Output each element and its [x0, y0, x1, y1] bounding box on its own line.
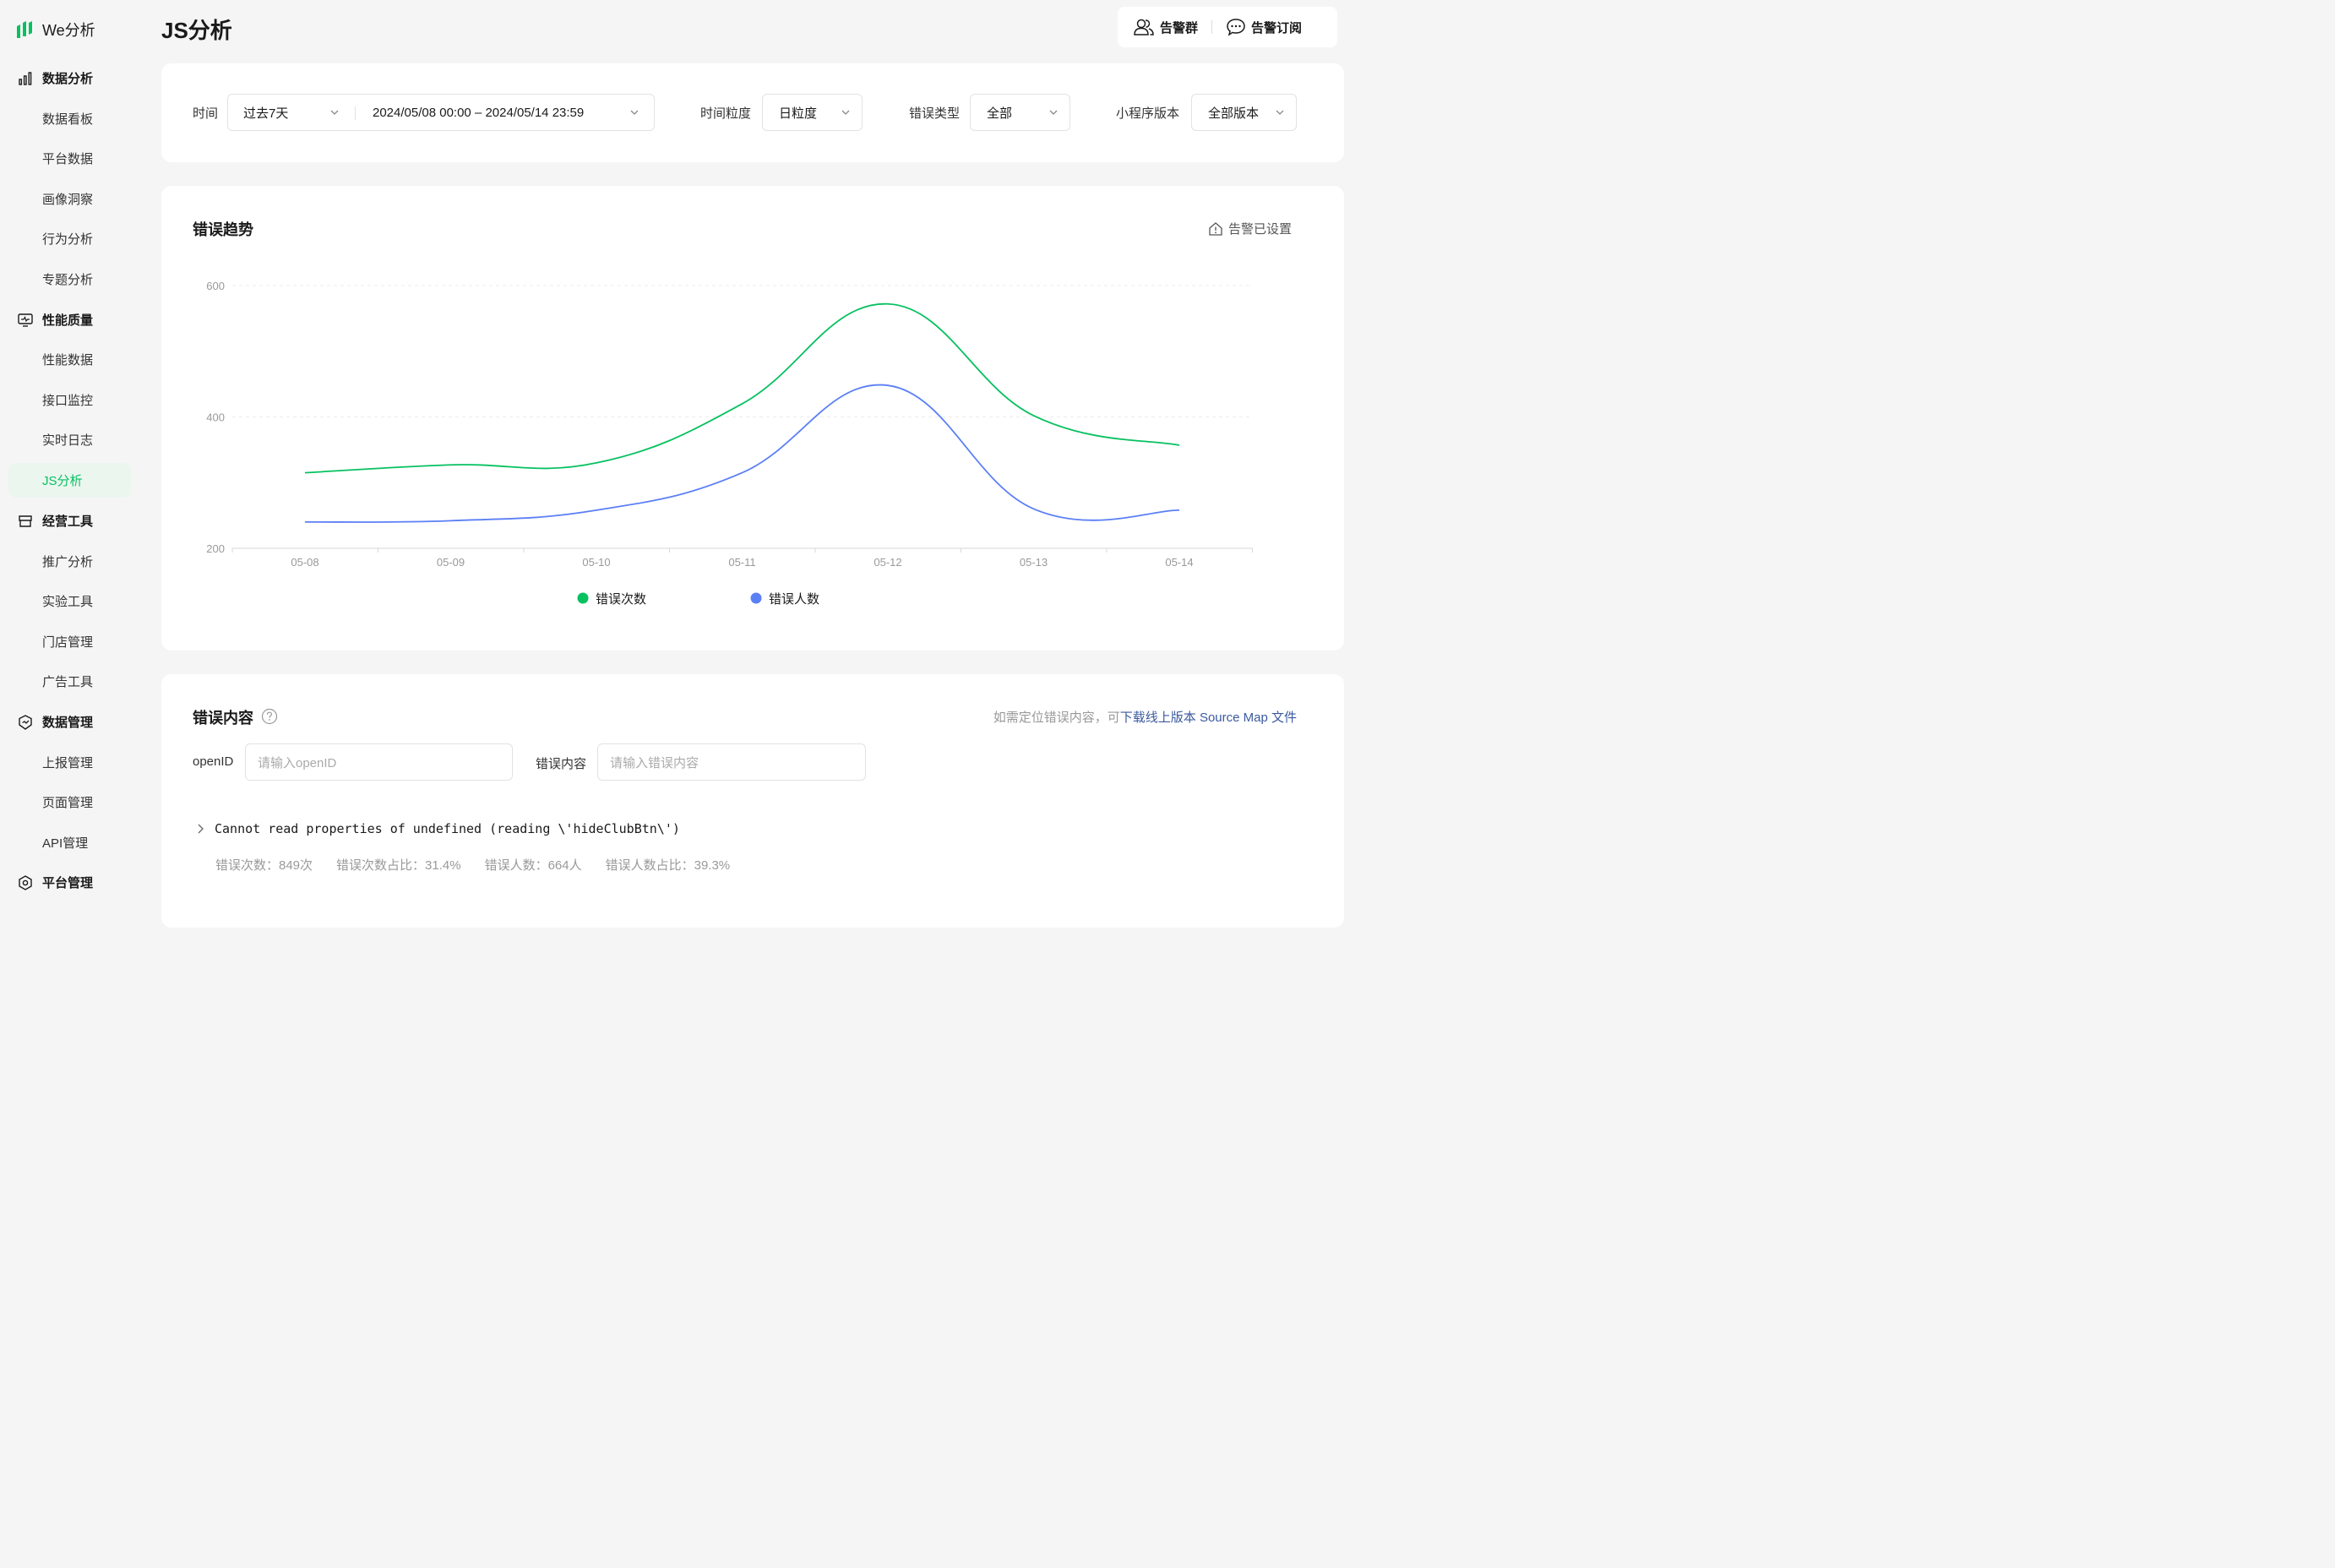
error-content-label: 错误内容	[536, 757, 587, 771]
error-users: 错误人数：664人	[484, 858, 582, 873]
hint-text: 如需定位错误内容，可	[993, 710, 1120, 725]
series-line-error-users	[304, 384, 1180, 523]
series-line-error-count	[304, 302, 1180, 474]
x-tick-label: 05-14	[1165, 556, 1193, 569]
error-count: 错误次数：849次	[215, 858, 313, 873]
x-tick-label: 05-11	[728, 556, 755, 569]
legend-label: 错误次数	[596, 592, 646, 607]
openid-input[interactable]: 请输入openID	[245, 743, 513, 781]
x-tick-label: 05-13	[1020, 556, 1048, 569]
chevron-right-icon[interactable]	[194, 823, 206, 835]
openid-placeholder: 请输入openID	[258, 755, 337, 770]
x-tick-label: 05-12	[874, 556, 901, 569]
error-users-ratio: 错误人数占比：39.3%	[605, 858, 731, 873]
error-row[interactable]: Cannot read properties of undefined (rea…	[194, 821, 680, 836]
x-tick-label: 05-10	[582, 556, 610, 569]
legend-label: 错误人数	[769, 592, 819, 607]
y-tick-label: 400	[206, 411, 225, 424]
sourcemap-download-link[interactable]: 下载线上版本 Source Map 文件	[1120, 710, 1297, 725]
sourcemap-hint: 如需定位错误内容，可下载线上版本 Source Map 文件	[993, 708, 1297, 726]
error-count-ratio: 错误次数占比：31.4%	[336, 858, 461, 873]
error-content-input[interactable]: 请输入错误内容	[597, 743, 866, 781]
error-stats: 错误次数：849次 错误次数占比：31.4% 错误人数：664人 错误人数占比：…	[215, 856, 730, 874]
error-content-placeholder: 请输入错误内容	[610, 755, 699, 770]
help-icon[interactable]	[261, 708, 278, 725]
legend-marker	[577, 592, 589, 604]
y-tick-label: 600	[206, 280, 225, 292]
x-tick-label: 05-09	[437, 556, 465, 569]
openid-label: openID	[193, 754, 234, 769]
error-message: Cannot read properties of undefined (rea…	[215, 821, 680, 836]
y-tick-label: 200	[206, 542, 225, 555]
content-title: 错误内容	[193, 710, 253, 727]
legend-marker	[750, 592, 762, 604]
x-tick-label: 05-08	[291, 556, 318, 569]
